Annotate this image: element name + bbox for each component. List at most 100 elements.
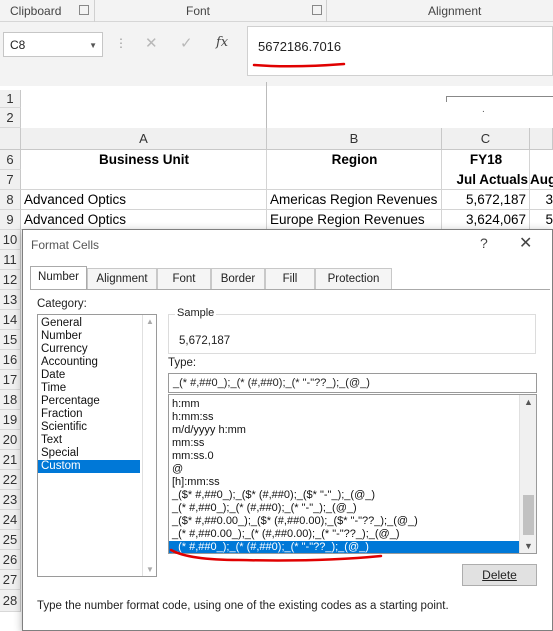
row-header-19[interactable]: 19 — [0, 410, 21, 430]
row-header-20[interactable]: 20 — [0, 430, 21, 450]
enter-check-icon[interactable]: ✓ — [180, 34, 193, 52]
category-item[interactable]: Number — [38, 330, 156, 343]
cell-a9[interactable]: Advanced Optics — [24, 212, 264, 227]
gridline — [21, 209, 553, 210]
row-header-27[interactable]: 27 — [0, 570, 21, 590]
cell-a6[interactable]: Business Unit — [21, 152, 267, 167]
cell-d8[interactable]: 3 — [530, 192, 553, 207]
category-item[interactable]: Text — [38, 434, 156, 447]
tab-fill[interactable]: Fill — [265, 268, 315, 290]
row-header-26[interactable]: 26 — [0, 550, 21, 570]
tab-font[interactable]: Font — [157, 268, 211, 290]
delete-button[interactable]: Delete — [462, 564, 537, 586]
row-header-15[interactable]: 15 — [0, 330, 21, 350]
category-item[interactable]: Percentage — [38, 395, 156, 408]
format-code-item[interactable]: _($* #,##0.00_);_($* (#,##0.00);_($* "-"… — [169, 515, 536, 528]
cancel-x-icon[interactable]: ✕ — [145, 34, 158, 52]
row-header-28[interactable]: 28 — [0, 590, 21, 612]
formula-input[interactable]: 5672186.7016 — [247, 26, 553, 76]
cell-b6[interactable]: Region — [267, 152, 442, 167]
clipboard-launcher-icon[interactable] — [79, 5, 89, 15]
tab-number[interactable]: Number — [30, 266, 87, 290]
row-header-16[interactable]: 16 — [0, 350, 21, 370]
chevron-up-icon[interactable]: ▲ — [146, 317, 154, 326]
category-item[interactable]: General — [38, 317, 156, 330]
row-header-9[interactable]: 9 — [0, 210, 21, 230]
row-header-24[interactable]: 24 — [0, 510, 21, 530]
tab-border[interactable]: Border — [211, 268, 265, 290]
row-header-8[interactable]: 8 — [0, 190, 21, 210]
outline-group-bar[interactable] — [446, 96, 553, 97]
row-header-22[interactable]: 22 — [0, 470, 21, 490]
row-header-25[interactable]: 25 — [0, 530, 21, 550]
row-header-17[interactable]: 17 — [0, 370, 21, 390]
category-item-selected[interactable]: Custom — [38, 460, 140, 473]
cell-c9[interactable]: 3,624,067 — [442, 212, 528, 227]
column-header-d[interactable] — [530, 128, 553, 150]
insert-function-icon[interactable]: fx — [216, 35, 228, 50]
chevron-down-icon[interactable]: ▼ — [146, 565, 154, 574]
format-code-item-selected[interactable]: _(* #,##0_);_(* (#,##0);_(* "-"??_);_(@_… — [169, 541, 519, 553]
chevron-down-icon[interactable]: ▼ — [89, 41, 97, 50]
format-code-item[interactable]: m/d/yyyy h:mm — [169, 424, 536, 437]
category-item[interactable]: Accounting — [38, 356, 156, 369]
format-code-item[interactable]: mm:ss — [169, 437, 536, 450]
category-item[interactable]: Currency — [38, 343, 156, 356]
tab-alignment[interactable]: Alignment — [87, 268, 157, 290]
cell-c7[interactable]: Jul Actuals — [442, 172, 530, 187]
cell-b9[interactable]: Europe Region Revenues — [270, 212, 440, 227]
font-launcher-icon[interactable] — [312, 5, 322, 15]
row-header-14[interactable]: 14 — [0, 310, 21, 330]
row-header-1[interactable]: 1 — [0, 90, 21, 108]
close-icon[interactable]: ✕ — [519, 233, 532, 253]
column-header-a[interactable]: A — [21, 128, 267, 150]
scrollbar-thumb[interactable] — [523, 495, 534, 535]
chevron-down-icon[interactable]: ▼ — [524, 541, 533, 551]
row-header-11[interactable]: 11 — [0, 250, 21, 270]
row-header-23[interactable]: 23 — [0, 490, 21, 510]
category-item[interactable]: Special — [38, 447, 156, 460]
sample-label: Sample — [175, 307, 217, 319]
format-code-item[interactable]: [h]:mm:ss — [169, 476, 536, 489]
row-header-12[interactable]: 12 — [0, 270, 21, 290]
column-header-b[interactable]: B — [267, 128, 442, 150]
cell-c6[interactable]: FY18 — [442, 152, 530, 167]
category-list[interactable]: General Number Currency Accounting Date … — [37, 314, 157, 577]
category-item[interactable]: Fraction — [38, 408, 156, 421]
category-item[interactable]: Scientific — [38, 421, 156, 434]
cell-b8[interactable]: Americas Region Revenues — [270, 192, 440, 207]
type-label: Type: — [168, 357, 197, 369]
select-all-corner[interactable] — [0, 128, 21, 150]
cell-d7[interactable]: Aug — [530, 172, 553, 187]
format-code-item[interactable]: h:mm — [169, 398, 536, 411]
row-header-18[interactable]: 18 — [0, 390, 21, 410]
category-scrollbar[interactable]: ▲ ▼ — [142, 315, 156, 576]
name-box[interactable]: C8 ▼ — [3, 32, 103, 57]
category-item[interactable]: Date — [38, 369, 156, 382]
tab-protection[interactable]: Protection — [315, 268, 392, 290]
format-code-item[interactable]: h:mm:ss — [169, 411, 536, 424]
row-header-6[interactable]: 6 — [0, 150, 21, 170]
cell-c8-selected[interactable]: 5,672,187 — [442, 192, 528, 207]
format-code-list[interactable]: h:mm h:mm:ss m/d/yyyy h:mm mm:ss mm:ss.0… — [168, 394, 537, 554]
row-header-7[interactable]: 7 — [0, 170, 21, 190]
category-item[interactable]: Time — [38, 382, 156, 395]
row-header-2[interactable]: 2 — [0, 108, 21, 128]
format-code-item[interactable]: _(* #,##0.00_);_(* (#,##0.00);_(* "-"??_… — [169, 528, 536, 541]
code-list-scrollbar[interactable]: ▲ ▼ — [519, 395, 536, 553]
row-header-10[interactable]: 10 — [0, 230, 21, 250]
cell-d9[interactable]: 5 — [530, 212, 553, 227]
ribbon-group-labels: Clipboard Font Alignment — [0, 0, 553, 22]
format-code-item[interactable]: @ — [169, 463, 536, 476]
format-code-item[interactable]: mm:ss.0 — [169, 450, 536, 463]
help-icon[interactable]: ? — [480, 235, 488, 251]
type-input[interactable]: _(* #,##0_);_(* (#,##0);_(* "-"??_);_(@_… — [168, 373, 537, 393]
format-code-item[interactable]: _(* #,##0_);_(* (#,##0);_(* "-"_);_(@_) — [169, 502, 536, 515]
format-code-item[interactable]: _($* #,##0_);_($* (#,##0);_($* "-"_);_(@… — [169, 489, 536, 502]
column-header-c[interactable]: C — [442, 128, 530, 150]
chevron-up-icon[interactable]: ▲ — [524, 397, 533, 407]
cell-a8[interactable]: Advanced Optics — [24, 192, 264, 207]
row-header-13[interactable]: 13 — [0, 290, 21, 310]
row-header-21[interactable]: 21 — [0, 450, 21, 470]
drag-handle-icon[interactable]: ⋮ — [115, 36, 127, 50]
